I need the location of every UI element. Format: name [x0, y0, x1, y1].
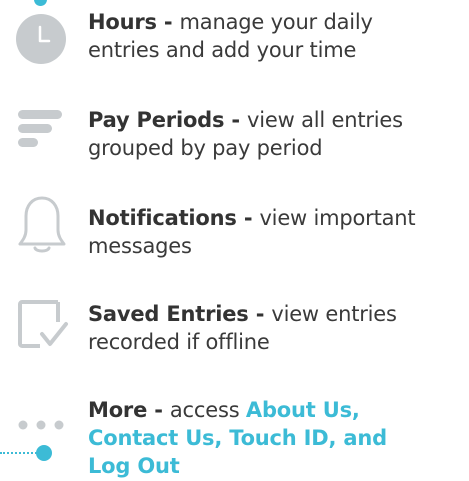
menu-item-pay-periods-text: Pay Periods - view all entries grouped b…	[88, 106, 461, 162]
menu-item-notifications-desc2: messages	[88, 234, 192, 258]
timeline-connector	[0, 452, 40, 454]
timeline-dot-top	[34, 0, 47, 6]
menu-item-saved-entries-title: Saved Entries -	[88, 302, 272, 326]
menu-item-hours-title: Hours -	[88, 10, 180, 34]
bell-icon	[18, 196, 66, 258]
menu-item-notifications-text: Notifications - view important messages	[88, 204, 461, 260]
menu-item-more-title: More -	[88, 398, 170, 422]
menu-item-more-text: More - access About Us, Contact Us, Touc…	[88, 396, 461, 480]
list-icon	[18, 110, 64, 152]
menu-item-pay-periods-desc2: grouped by pay period	[88, 136, 323, 160]
contact-touchid-link[interactable]: Contact Us, Touch ID, and	[88, 426, 387, 450]
menu-item-saved-entries-desc1: view entries	[271, 302, 397, 326]
menu-item-saved-entries-text: Saved Entries - view entries recorded if…	[88, 300, 461, 356]
menu-item-pay-periods-desc1: view all entries	[247, 108, 403, 132]
more-dots-icon	[18, 415, 74, 434]
menu-item-more-desc1: access	[169, 398, 246, 422]
log-out-link[interactable]: Log Out	[88, 454, 180, 478]
menu-item-notifications-title: Notifications -	[88, 206, 260, 230]
menu-item-saved-entries-desc2: recorded if offline	[88, 330, 270, 354]
menu-item-notifications-desc1: view important	[259, 206, 416, 230]
saved-check-icon	[18, 300, 78, 354]
menu-item-hours-desc2: entries and add your time	[88, 38, 357, 62]
menu-item-hours-text: Hours - manage your daily entries and ad…	[88, 8, 461, 64]
menu-item-pay-periods-title: Pay Periods -	[88, 108, 248, 132]
timeline-dot-bottom	[36, 445, 52, 461]
menu-item-hours-desc1: manage your daily	[179, 10, 373, 34]
clock-icon	[16, 14, 66, 68]
about-us-link[interactable]: About Us,	[246, 398, 360, 422]
